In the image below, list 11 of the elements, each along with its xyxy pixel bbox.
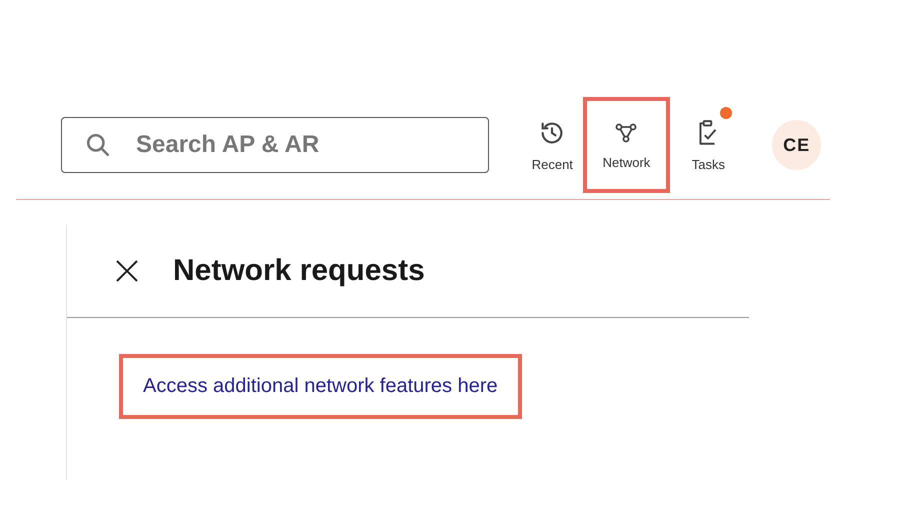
nav-button[interactable]: Tasks xyxy=(670,97,746,193)
close-button[interactable] xyxy=(115,259,139,283)
nav-button[interactable]: Recent xyxy=(522,97,583,193)
user-avatar[interactable]: CE xyxy=(772,120,821,170)
search-field[interactable]: Search AP & AR xyxy=(61,117,489,173)
search-icon xyxy=(85,132,111,158)
panel-title: Network requests xyxy=(173,254,425,288)
close-icon xyxy=(115,259,139,283)
nodes-icon xyxy=(614,120,638,144)
features-link[interactable]: Access additional network features here xyxy=(119,354,522,419)
nav-button[interactable]: Network xyxy=(582,97,670,193)
